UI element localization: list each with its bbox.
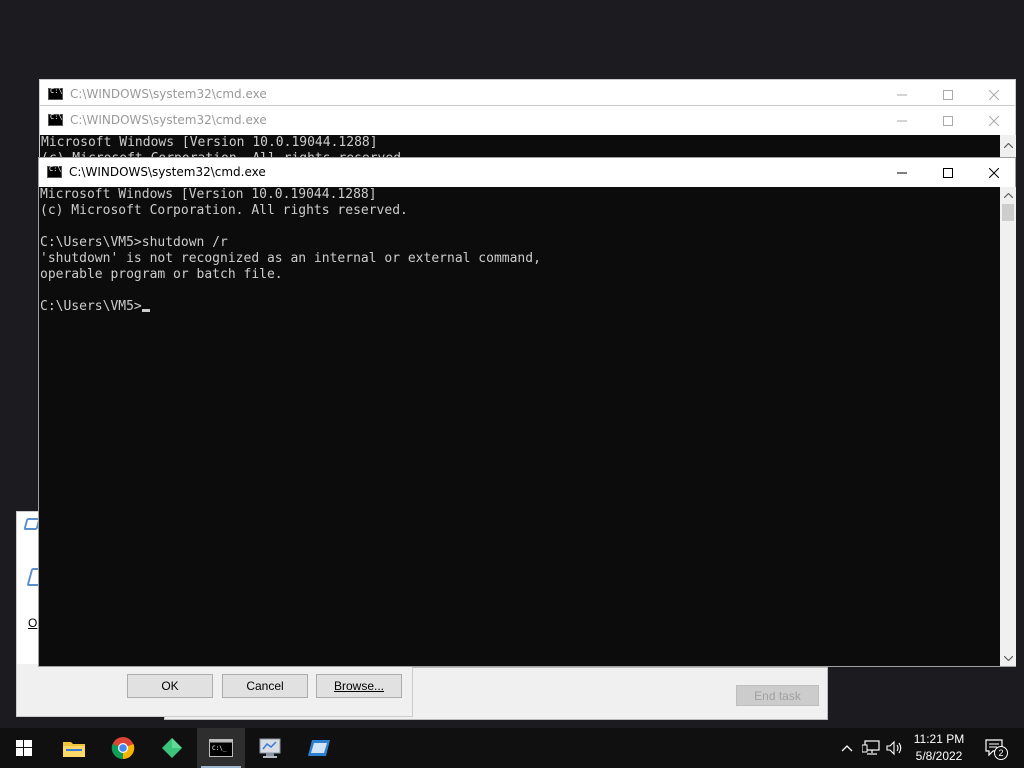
open-label: O: [28, 616, 38, 630]
scroll-down-arrow-icon[interactable]: [1000, 650, 1016, 666]
end-task-button[interactable]: End task: [736, 685, 819, 706]
browse-button[interactable]: Browse...: [316, 674, 402, 698]
cancel-button[interactable]: Cancel: [222, 674, 308, 698]
clock[interactable]: 11:21 PM 5/8/2022: [906, 731, 972, 765]
chrome-button[interactable]: [99, 728, 147, 768]
window-title: C:\WINDOWS\system32\cmd.exe: [70, 113, 267, 127]
file-explorer-icon: [63, 742, 85, 757]
show-hidden-icons-button[interactable]: [838, 728, 856, 768]
start-button[interactable]: [0, 728, 48, 768]
console-line: (c) Microsoft Corporation. All rights re…: [40, 203, 408, 218]
console-line: Microsoft Windows [Version 10.0.19044.12…: [41, 135, 378, 150]
cmd-app-icon: [48, 87, 63, 100]
console-line: C:\Users\VM5>shutdown /r: [40, 235, 228, 250]
start-icon: [16, 740, 32, 756]
clock-date: 5/8/2022: [915, 749, 963, 763]
command-prompt-icon: C:\_: [209, 739, 233, 757]
cmd-app-icon: [47, 165, 62, 178]
clock-time: 11:21 PM: [913, 732, 965, 746]
svg-text:C:\_: C:\_: [212, 745, 227, 752]
remote-desktop-button[interactable]: [246, 728, 294, 768]
window-title: C:\WINDOWS\system32\cmd.exe: [69, 165, 266, 179]
remote-desktop-icon: [259, 738, 281, 758]
app-window-button[interactable]: [295, 728, 343, 768]
ok-button[interactable]: OK: [127, 674, 213, 698]
console-line: operable program or batch file.: [40, 267, 283, 282]
file-explorer-button[interactable]: [50, 728, 98, 768]
app-window-icon: [308, 740, 330, 756]
close-button[interactable]: [971, 106, 1017, 135]
scroll-thumb[interactable]: [1002, 204, 1014, 221]
green-diamond-app-icon: [162, 738, 182, 758]
command-prompt: C:\Users\VM5>: [40, 299, 142, 314]
close-button[interactable]: [971, 158, 1017, 187]
console-line: Microsoft Windows [Version 10.0.19044.12…: [40, 187, 377, 202]
console-line: 'shutdown' is not recognized as an inter…: [40, 251, 541, 266]
cmd-window-back-1[interactable]: C:\WINDOWS\system32\cmd.exe Microsoft Wi…: [39, 105, 1016, 159]
chrome-icon: [111, 737, 135, 760]
network-icon: [862, 740, 880, 755]
green-diamond-app-button[interactable]: [148, 728, 196, 768]
cmd-app-icon: [48, 113, 63, 126]
taskbar: C:\_ 11:21 PM 5/8/2022 2: [0, 728, 1024, 768]
speaker-icon: [886, 740, 902, 756]
title-bar[interactable]: C:\WINDOWS\system32\cmd.exe: [40, 106, 1015, 135]
command-prompt-taskbar-button[interactable]: C:\_: [197, 728, 245, 768]
window-title: C:\WINDOWS\system32\cmd.exe: [70, 87, 267, 101]
title-bar[interactable]: C:\WINDOWS\system32\cmd.exe: [39, 158, 1015, 187]
maximize-button[interactable]: [925, 106, 971, 135]
minimize-button[interactable]: [879, 106, 925, 135]
maximize-button[interactable]: [925, 158, 971, 187]
cmd-window-front[interactable]: C:\WINDOWS\system32\cmd.exe Microsoft Wi…: [38, 157, 1016, 667]
vertical-scrollbar[interactable]: [1000, 135, 1016, 159]
console-output[interactable]: Microsoft Windows [Version 10.0.19044.12…: [39, 187, 1000, 666]
vertical-scrollbar[interactable]: [1000, 187, 1016, 666]
minimize-button[interactable]: [879, 158, 925, 187]
notification-center-button[interactable]: 2: [980, 728, 1010, 768]
scroll-up-arrow-icon[interactable]: [1000, 187, 1016, 203]
scroll-up-arrow-icon[interactable]: [1000, 137, 1016, 153]
volume-button[interactable]: [884, 728, 906, 768]
network-button[interactable]: [860, 728, 882, 768]
console-output[interactable]: Microsoft Windows [Version 10.0.19044.12…: [40, 135, 1000, 159]
text-cursor: [141, 309, 150, 312]
notification-count-badge: 2: [994, 746, 1008, 760]
chevron-up-icon: [841, 744, 853, 751]
